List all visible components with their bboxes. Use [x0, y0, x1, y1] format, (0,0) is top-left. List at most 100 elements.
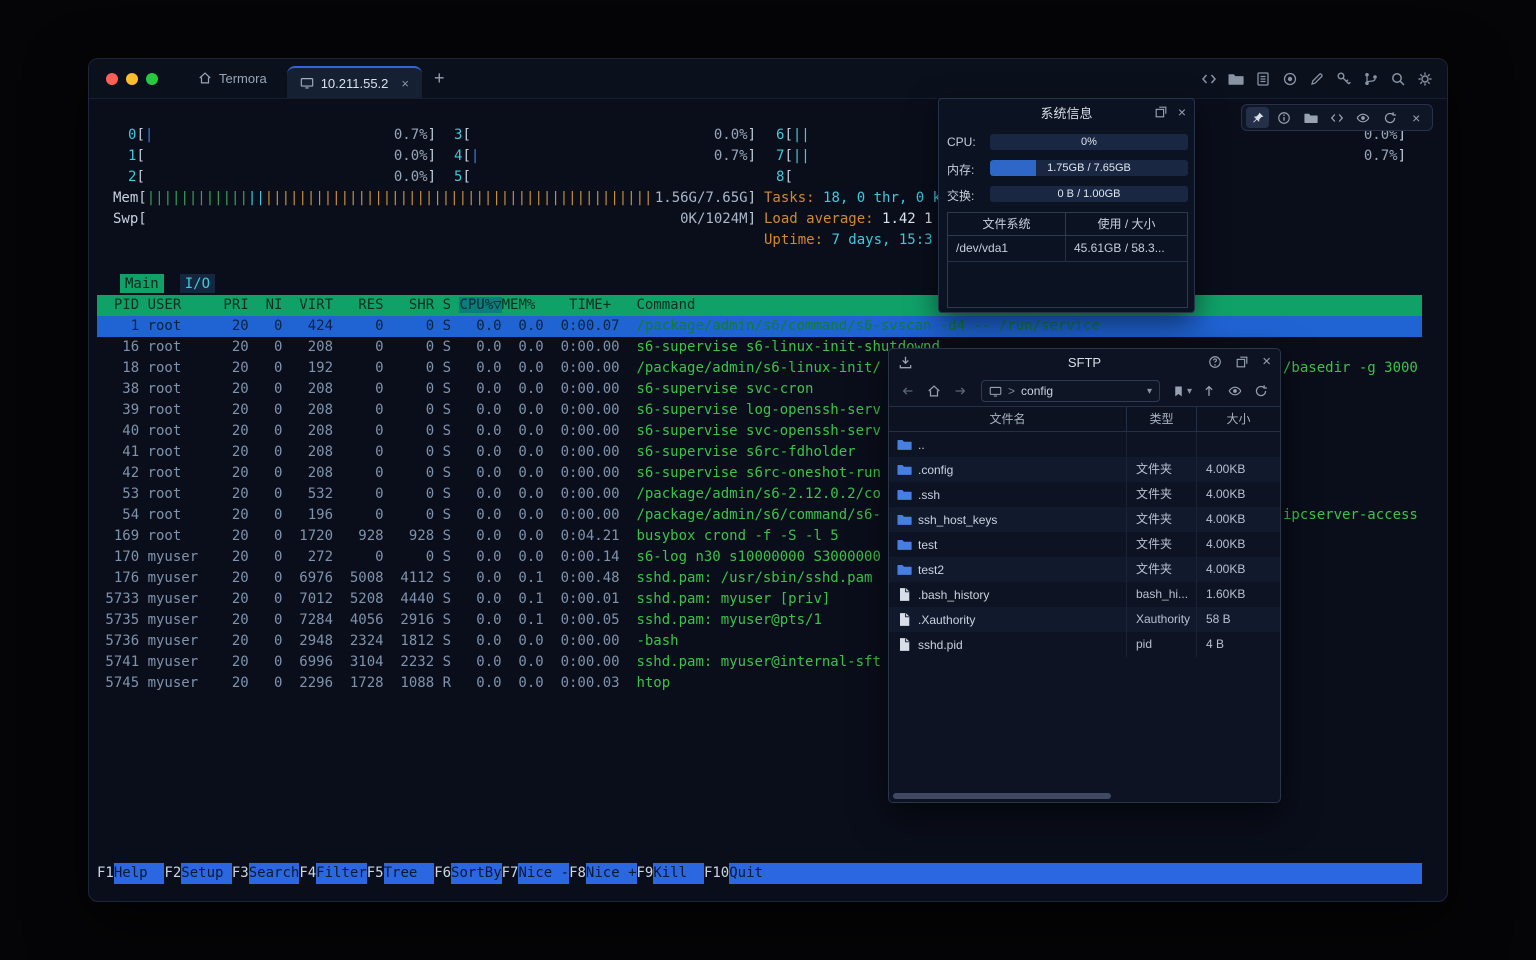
- fkey-number: F6: [434, 863, 451, 884]
- file-row[interactable]: test 文件夹 4.00KB: [889, 532, 1280, 557]
- htop-tab-io[interactable]: I/O: [180, 274, 215, 293]
- monitor-button[interactable]: [1352, 107, 1375, 128]
- sftp-titlebar[interactable]: SFTP ×: [889, 349, 1280, 376]
- uptime: Uptime: 7 days, 15:3: [764, 230, 933, 251]
- path-segment[interactable]: config: [1021, 384, 1141, 398]
- function-key[interactable]: F10Quit: [704, 863, 780, 884]
- process-row[interactable]: 1 root 20 0 424 0 0 S 0.0 0.0 0:00.07 /p…: [97, 316, 1422, 337]
- info-button[interactable]: [1272, 107, 1295, 128]
- file-row[interactable]: .config 文件夹 4.00KB: [889, 457, 1280, 482]
- chevron-down-icon[interactable]: ▾: [1147, 386, 1152, 397]
- file-name-cell: sshd.pid: [889, 632, 1127, 657]
- file-name: test: [918, 538, 937, 552]
- horizontal-scrollbar[interactable]: [889, 790, 1280, 802]
- function-key[interactable]: F6SortBy: [434, 863, 501, 884]
- back-button[interactable]: [899, 382, 917, 400]
- filesystem-row[interactable]: /dev/vda1 45.61GB / 58.3...: [948, 236, 1187, 262]
- app-window: Termora 10.211.55.2 × + 0[|0.7%] 3[0.: [88, 58, 1448, 902]
- function-key[interactable]: F9Kill: [637, 863, 704, 884]
- close-toolbar-button[interactable]: ×: [1405, 107, 1428, 128]
- process-command: /package/admin/s6-linux-init/: [636, 360, 880, 376]
- settings-icon[interactable]: [1417, 71, 1433, 87]
- function-key[interactable]: F8Nice +: [569, 863, 636, 884]
- function-key[interactable]: F1Help: [97, 863, 164, 884]
- close-window-button[interactable]: [106, 73, 118, 85]
- file-type: 文件夹: [1127, 482, 1197, 507]
- zoom-window-button[interactable]: [146, 73, 158, 85]
- scrollbar-thumb[interactable]: [893, 793, 1111, 799]
- tab-termora-home[interactable]: Termora: [184, 58, 281, 98]
- close-tab-icon[interactable]: ×: [401, 76, 409, 91]
- process-fields: 39 root 20 0 208 0 0 S 0.0 0.0 0:00.00: [97, 402, 636, 418]
- close-sftp-icon[interactable]: ×: [1262, 355, 1271, 369]
- file-name: ssh_host_keys: [918, 513, 997, 527]
- search-icon[interactable]: [1390, 71, 1406, 87]
- home-button[interactable]: [925, 382, 943, 400]
- file-type: 文件夹: [1127, 557, 1197, 582]
- file-row[interactable]: .ssh 文件夹 4.00KB: [889, 482, 1280, 507]
- sort-column-cpu[interactable]: CPU%▽: [459, 297, 501, 313]
- edit-icon[interactable]: [1309, 71, 1325, 87]
- function-key[interactable]: F2Setup: [164, 863, 231, 884]
- file-row[interactable]: .Xauthority Xauthority 58 B: [889, 607, 1280, 632]
- fkey-label: Search: [249, 863, 300, 884]
- process-command: sshd.pam: myuser [priv]: [636, 591, 830, 607]
- minimize-window-button[interactable]: [126, 73, 138, 85]
- fkey-label: Setup: [181, 863, 232, 884]
- detach-window-icon[interactable]: [1235, 355, 1249, 369]
- pin-button[interactable]: [1246, 107, 1269, 128]
- process-command: /package/admin/s6/command/s6-: [636, 507, 880, 523]
- file-row[interactable]: ssh_host_keys 文件夹 4.00KB: [889, 507, 1280, 532]
- function-key[interactable]: F4Filter: [299, 863, 366, 884]
- close-panel-icon[interactable]: ×: [1178, 105, 1186, 119]
- forward-button[interactable]: [951, 382, 969, 400]
- filename-column-header[interactable]: 文件名: [889, 407, 1127, 431]
- tab-ssh-session[interactable]: 10.211.55.2 ×: [287, 66, 422, 98]
- file-row[interactable]: test2 文件夹 4.00KB: [889, 557, 1280, 582]
- key-icon[interactable]: [1336, 71, 1352, 87]
- cpu-meter-row-1: 0[|0.7%] 3[0.0%] 6[||0.0%]: [97, 125, 1406, 146]
- function-key[interactable]: F3Search: [232, 863, 299, 884]
- help-icon[interactable]: [1208, 355, 1222, 369]
- folder-icon: [897, 562, 912, 577]
- bookmark-button[interactable]: ▾: [1172, 385, 1192, 398]
- size-column-header[interactable]: 大小: [1197, 407, 1280, 431]
- new-tab-button[interactable]: +: [422, 58, 457, 98]
- snippets-button[interactable]: [1325, 107, 1348, 128]
- bookmark-icon: [1172, 385, 1185, 398]
- file-list: .. .config 文件夹 4.00KB .ssh 文件夹 4.00KB ss…: [889, 432, 1280, 790]
- filesystem-name: /dev/vda1: [948, 236, 1066, 261]
- refresh-button[interactable]: [1252, 382, 1270, 400]
- htop-tab-main[interactable]: Main: [120, 274, 164, 293]
- process-fields: 5745 myuser 20 0 2296 1728 1088 R 0.0 0.…: [97, 675, 636, 691]
- function-key[interactable]: F7Nice -: [502, 863, 569, 884]
- type-column-header[interactable]: 类型: [1127, 407, 1197, 431]
- record-icon[interactable]: [1282, 71, 1298, 87]
- file-row[interactable]: .bash_history bash_hi... 1.60KB: [889, 582, 1280, 607]
- file-type: pid: [1127, 632, 1197, 657]
- files-button[interactable]: [1299, 107, 1322, 128]
- eye-icon: [1228, 384, 1242, 398]
- cpu-meter-3: 3[0.0%]: [454, 125, 756, 146]
- log-icon[interactable]: [1255, 71, 1271, 87]
- memory-usage-value: 1.75GB / 7.65GB: [990, 160, 1188, 176]
- function-key[interactable]: F5Tree: [367, 863, 434, 884]
- up-directory-button[interactable]: [1200, 382, 1218, 400]
- detach-panel-icon[interactable]: [1154, 105, 1168, 119]
- sync-button[interactable]: [1378, 107, 1401, 128]
- transfers-icon[interactable]: [898, 355, 913, 370]
- code-icon[interactable]: [1201, 71, 1217, 87]
- file-row[interactable]: ..: [889, 432, 1280, 457]
- file-row[interactable]: sshd.pid pid 4 B: [889, 632, 1280, 657]
- branch-icon[interactable]: [1363, 71, 1379, 87]
- file-type: 文件夹: [1127, 532, 1197, 557]
- cpu-meter-row-2: 1[0.0%] 4[|0.7%] 7[||0.7%]: [97, 146, 1406, 167]
- show-hidden-button[interactable]: [1226, 382, 1244, 400]
- cpu-usage-value: 0%: [990, 134, 1188, 150]
- path-breadcrumb[interactable]: > config ▾: [981, 380, 1160, 402]
- folder-icon[interactable]: [1228, 71, 1244, 87]
- process-table-header[interactable]: PID USER PRI NI VIRT RES SHR S CPU%▽MEM%…: [97, 295, 1422, 316]
- folder-icon: [897, 537, 912, 552]
- file-size: [1197, 432, 1280, 457]
- file-name-cell: .Xauthority: [889, 607, 1127, 632]
